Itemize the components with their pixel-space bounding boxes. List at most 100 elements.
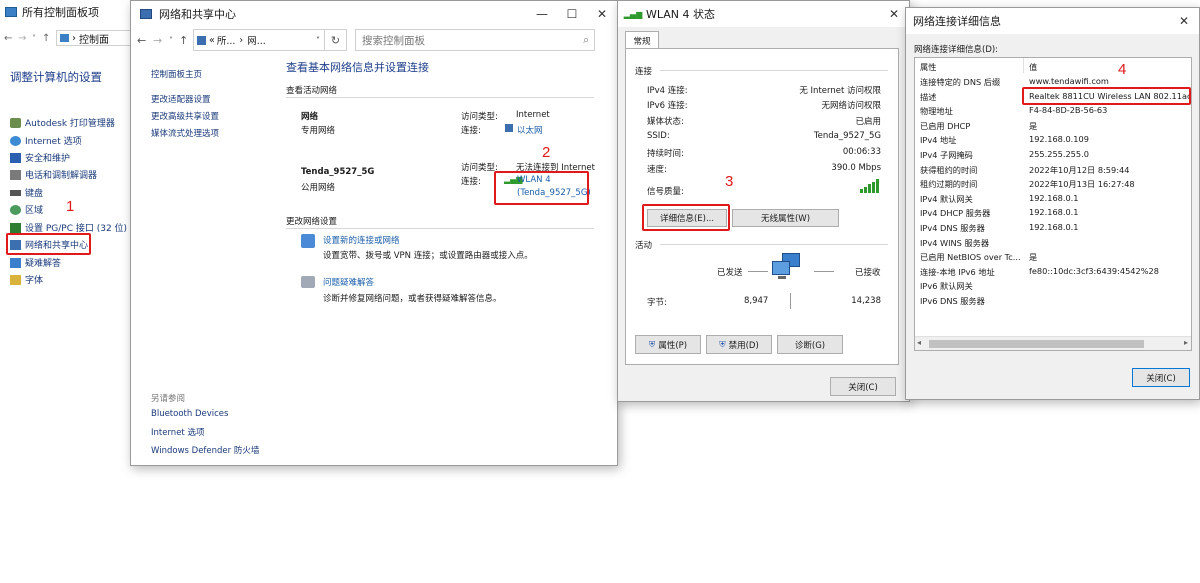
back-arrow-icon[interactable]: ← bbox=[137, 34, 153, 47]
sidebar-item-home[interactable]: 控制面板主页 bbox=[151, 68, 202, 80]
disable-button[interactable]: ⛨ 禁用(D) bbox=[706, 335, 772, 354]
up-arrow-icon[interactable]: ↑ bbox=[179, 34, 193, 47]
divider bbox=[660, 70, 888, 71]
maximize-button[interactable]: ☐ bbox=[557, 1, 587, 27]
column-header-property[interactable]: 属性 bbox=[920, 61, 936, 73]
cp-item-label: 电话和调制解调器 bbox=[25, 171, 98, 181]
address-crumb[interactable]: 网... bbox=[247, 33, 266, 47]
divider bbox=[286, 228, 594, 229]
cp-item-autodesk[interactable]: Autodesk 打印管理器 bbox=[10, 116, 115, 129]
details-close-button[interactable]: 关闭(C) bbox=[1132, 368, 1190, 387]
annotation-box-2 bbox=[494, 171, 589, 205]
scrollbar-thumb[interactable] bbox=[929, 340, 1144, 348]
see-also-internet[interactable]: Internet 选项 bbox=[151, 426, 204, 438]
phone-icon bbox=[10, 169, 21, 180]
net2-type: 公用网络 bbox=[301, 183, 336, 193]
bytes-sent-value: 8,947 bbox=[744, 296, 769, 306]
net1-conn-link[interactable]: 以太网 bbox=[517, 124, 543, 136]
up-arrow-icon[interactable]: ↑ bbox=[42, 33, 56, 44]
sidebar-item-media[interactable]: 媒体流式处理选项 bbox=[151, 127, 219, 139]
details-value: fe80::10dc:3cf3:6439:4542%28 bbox=[1029, 265, 1159, 276]
tab-general[interactable]: 常规 bbox=[625, 31, 659, 49]
net2-access-label: 访问类型: bbox=[461, 163, 498, 173]
horizontal-scrollbar[interactable]: ◂ ▸ bbox=[915, 336, 1191, 350]
sent-line bbox=[748, 271, 768, 272]
ipv4-value: 无 Internet 访问权限 bbox=[799, 86, 881, 96]
wireless-properties-button[interactable]: 无线属性(W) bbox=[732, 209, 839, 227]
control-panel-heading: 调整计算机的设置 bbox=[10, 70, 102, 84]
close-icon[interactable]: ✕ bbox=[587, 1, 617, 27]
details-property: 连接特定的 DNS 后缀 bbox=[920, 77, 1001, 87]
network-center-icon bbox=[139, 8, 153, 20]
details-property: 已启用 NetBIOS over Tc... bbox=[920, 252, 1021, 263]
minimize-button[interactable]: — bbox=[527, 1, 557, 27]
details-value: www.tendawifi.com bbox=[1029, 76, 1109, 86]
sent-label: 已发送 bbox=[717, 268, 743, 278]
bytes-label: 字节: bbox=[647, 298, 667, 308]
breadcrumb[interactable]: 控制面 bbox=[79, 31, 109, 46]
received-line bbox=[814, 271, 834, 272]
forward-arrow-icon[interactable]: → bbox=[153, 34, 169, 47]
cp-item-internet[interactable]: Internet 选项 bbox=[10, 134, 82, 147]
address-box[interactable]: › 控制面 bbox=[56, 30, 140, 46]
forward-arrow-icon[interactable]: → bbox=[18, 33, 32, 44]
cp-item-keyboard[interactable]: 键盘 bbox=[10, 186, 43, 199]
properties-label: 属性(P) bbox=[658, 340, 688, 351]
nav-bar: ← → ˅ ↑ « 所... › 网... ˅ ↻ 搜索控制面板 ⌕ bbox=[137, 29, 613, 51]
font-icon bbox=[10, 274, 21, 285]
ipv6-label: IPv6 连接: bbox=[647, 101, 688, 111]
cp-item-phone-modem[interactable]: 电话和调制解调器 bbox=[10, 168, 97, 181]
printer-icon bbox=[10, 117, 21, 128]
wifi-title-icon: ▂▄▆ bbox=[623, 9, 643, 19]
address-crumb[interactable]: 所... bbox=[217, 33, 236, 47]
ssid-label: SSID: bbox=[647, 131, 670, 141]
chevron-down-icon[interactable]: ˅ bbox=[169, 36, 179, 45]
cp-item-label: 键盘 bbox=[25, 189, 44, 199]
wlan-status-window: ▂▄▆ WLAN 4 状态 ✕ 常规 连接 IPv4 连接: 无 Interne… bbox=[617, 0, 910, 402]
back-arrow-icon[interactable]: ← bbox=[4, 33, 18, 44]
close-icon[interactable]: ✕ bbox=[1169, 8, 1199, 34]
bytes-divider bbox=[790, 293, 791, 309]
cp-item-label: 区域 bbox=[25, 206, 44, 216]
activity-group-label: 活动 bbox=[635, 241, 653, 251]
crumb-separator: › bbox=[239, 34, 244, 46]
scroll-right-icon[interactable]: ▸ bbox=[1184, 338, 1188, 347]
ssid-value: Tenda_9527_5G bbox=[813, 131, 881, 141]
refresh-button[interactable]: ↻ bbox=[325, 29, 347, 51]
details-property: IPv4 子网掩码 bbox=[920, 150, 973, 160]
address-overflow[interactable]: « bbox=[209, 35, 215, 46]
properties-button[interactable]: ⛨ 属性(P) bbox=[635, 335, 701, 354]
cp-item-security[interactable]: 安全和维护 bbox=[10, 151, 70, 164]
keyboard-icon bbox=[10, 189, 21, 196]
details-window: 网络连接详细信息 ✕ 网络连接详细信息(D): 属性 值 连接特定的 DNS 后… bbox=[905, 7, 1200, 400]
column-header-value[interactable]: 值 bbox=[1029, 61, 1037, 73]
scroll-left-icon[interactable]: ◂ bbox=[917, 338, 921, 347]
address-bar[interactable]: « 所... › 网... ˅ bbox=[193, 29, 325, 51]
task-troubleshoot[interactable]: 问题疑难解答 bbox=[323, 276, 374, 288]
chevron-down-icon[interactable]: ˅ bbox=[32, 34, 42, 43]
sidebar-item-sharing[interactable]: 更改高级共享设置 bbox=[151, 110, 219, 122]
connection-group-label: 连接 bbox=[635, 67, 653, 77]
new-connection-icon bbox=[301, 234, 315, 248]
window-title: 网络和共享中心 bbox=[159, 8, 236, 21]
see-also-bluetooth[interactable]: Bluetooth Devices bbox=[151, 409, 228, 419]
cp-item-fonts[interactable]: 字体 bbox=[10, 273, 43, 286]
details-value: F4-84-8D-2B-56-63 bbox=[1029, 105, 1108, 116]
cp-item-troubleshoot[interactable]: 疑难解答 bbox=[10, 256, 61, 269]
see-also-title: 另请参阅 bbox=[151, 394, 186, 404]
close-button[interactable]: 关闭(C) bbox=[830, 377, 896, 396]
net1-conn-label: 连接: bbox=[461, 126, 481, 136]
address-dropdown-icon[interactable]: ˅ bbox=[316, 36, 320, 45]
diagnose-button[interactable]: 诊断(G) bbox=[777, 335, 843, 354]
sidebar-item-adapter[interactable]: 更改适配器设置 bbox=[151, 93, 211, 105]
network-computers-icon bbox=[772, 253, 804, 281]
divider bbox=[286, 97, 594, 98]
duration-value: 00:06:33 bbox=[842, 147, 881, 157]
details-property: IPv4 地址 bbox=[920, 135, 957, 146]
see-also-firewall[interactable]: Windows Defender 防火墙 bbox=[151, 444, 259, 456]
details-property: IPv4 DNS 服务器 bbox=[920, 223, 985, 233]
search-input[interactable]: 搜索控制面板 ⌕ bbox=[355, 29, 595, 51]
cp-item-region[interactable]: 区域 bbox=[10, 203, 43, 216]
signal-bars-icon bbox=[860, 179, 879, 193]
task-new-connection[interactable]: 设置新的连接或网络 bbox=[323, 234, 400, 246]
